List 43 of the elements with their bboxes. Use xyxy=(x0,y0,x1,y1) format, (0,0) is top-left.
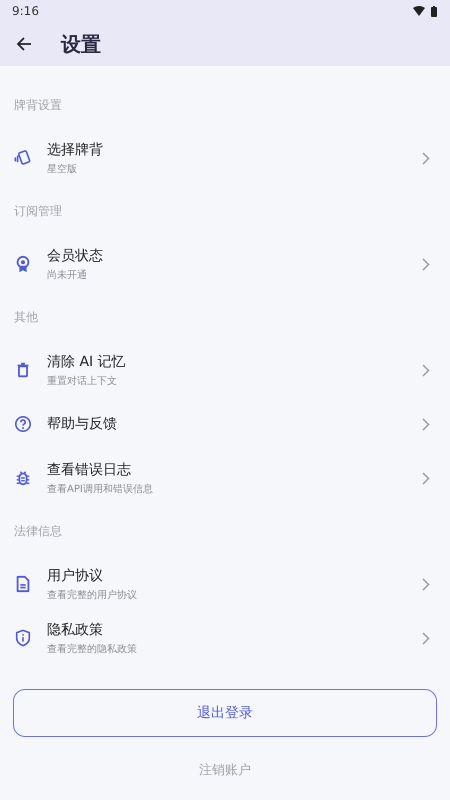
settings-item[interactable]: 选择牌背 星空版 xyxy=(0,131,450,185)
award-icon xyxy=(14,255,32,273)
item-subtitle: 查看完整的隐私政策 xyxy=(47,642,138,656)
section-label: 其他 xyxy=(14,308,38,326)
settings-item[interactable]: 查看错误日志 查看API调用和错误信息 xyxy=(0,451,450,505)
chevron-icon xyxy=(422,632,430,644)
settings-item[interactable]: 清除 AI 记忆 重置对话上下文 xyxy=(0,343,450,397)
page-title: 设置 xyxy=(61,30,101,58)
item-title: 隐私政策 xyxy=(47,620,104,638)
wifi-icon xyxy=(413,6,425,16)
item-subtitle: 重置对话上下文 xyxy=(47,374,118,388)
settings-item[interactable]: 帮助与反馈 xyxy=(0,397,450,451)
settings-item[interactable]: 用户协议 查看完整的用户协议 xyxy=(0,557,450,611)
chevron-icon xyxy=(422,364,430,376)
item-subtitle: 查看完整的用户协议 xyxy=(47,588,138,602)
logout-button[interactable]: 退出登录 xyxy=(13,689,437,737)
bug-icon xyxy=(14,469,32,487)
chevron-icon xyxy=(422,418,430,430)
chevron-icon xyxy=(422,152,430,164)
status-time: 9:16 xyxy=(12,4,39,18)
item-title: 选择牌背 xyxy=(47,140,104,158)
chevron-icon xyxy=(422,258,430,270)
item-title: 帮助与反馈 xyxy=(47,415,118,433)
section-label: 牌背设置 xyxy=(14,96,62,114)
document-icon xyxy=(14,575,32,593)
section-label: 订阅管理 xyxy=(14,202,62,220)
item-subtitle: 查看API调用和错误信息 xyxy=(47,482,154,496)
cards-icon xyxy=(14,149,32,167)
item-title: 查看错误日志 xyxy=(47,460,132,478)
chevron-icon xyxy=(422,578,430,590)
item-subtitle: 星空版 xyxy=(47,162,78,176)
item-title: 清除 AI 记忆 xyxy=(47,352,127,370)
settings-item[interactable]: 会员状态 尚未开通 xyxy=(0,237,450,291)
help-icon xyxy=(14,415,32,433)
settings-item[interactable]: 隐私政策 查看完整的隐私政策 xyxy=(0,611,450,665)
item-subtitle: 尚未开通 xyxy=(47,268,88,282)
section-label: 法律信息 xyxy=(14,522,62,540)
item-title: 会员状态 xyxy=(47,246,104,264)
shield-icon xyxy=(14,629,32,647)
item-title: 用户协议 xyxy=(47,566,104,584)
battery-icon xyxy=(431,6,437,16)
chevron-icon xyxy=(422,472,430,484)
back-icon[interactable] xyxy=(16,37,32,51)
